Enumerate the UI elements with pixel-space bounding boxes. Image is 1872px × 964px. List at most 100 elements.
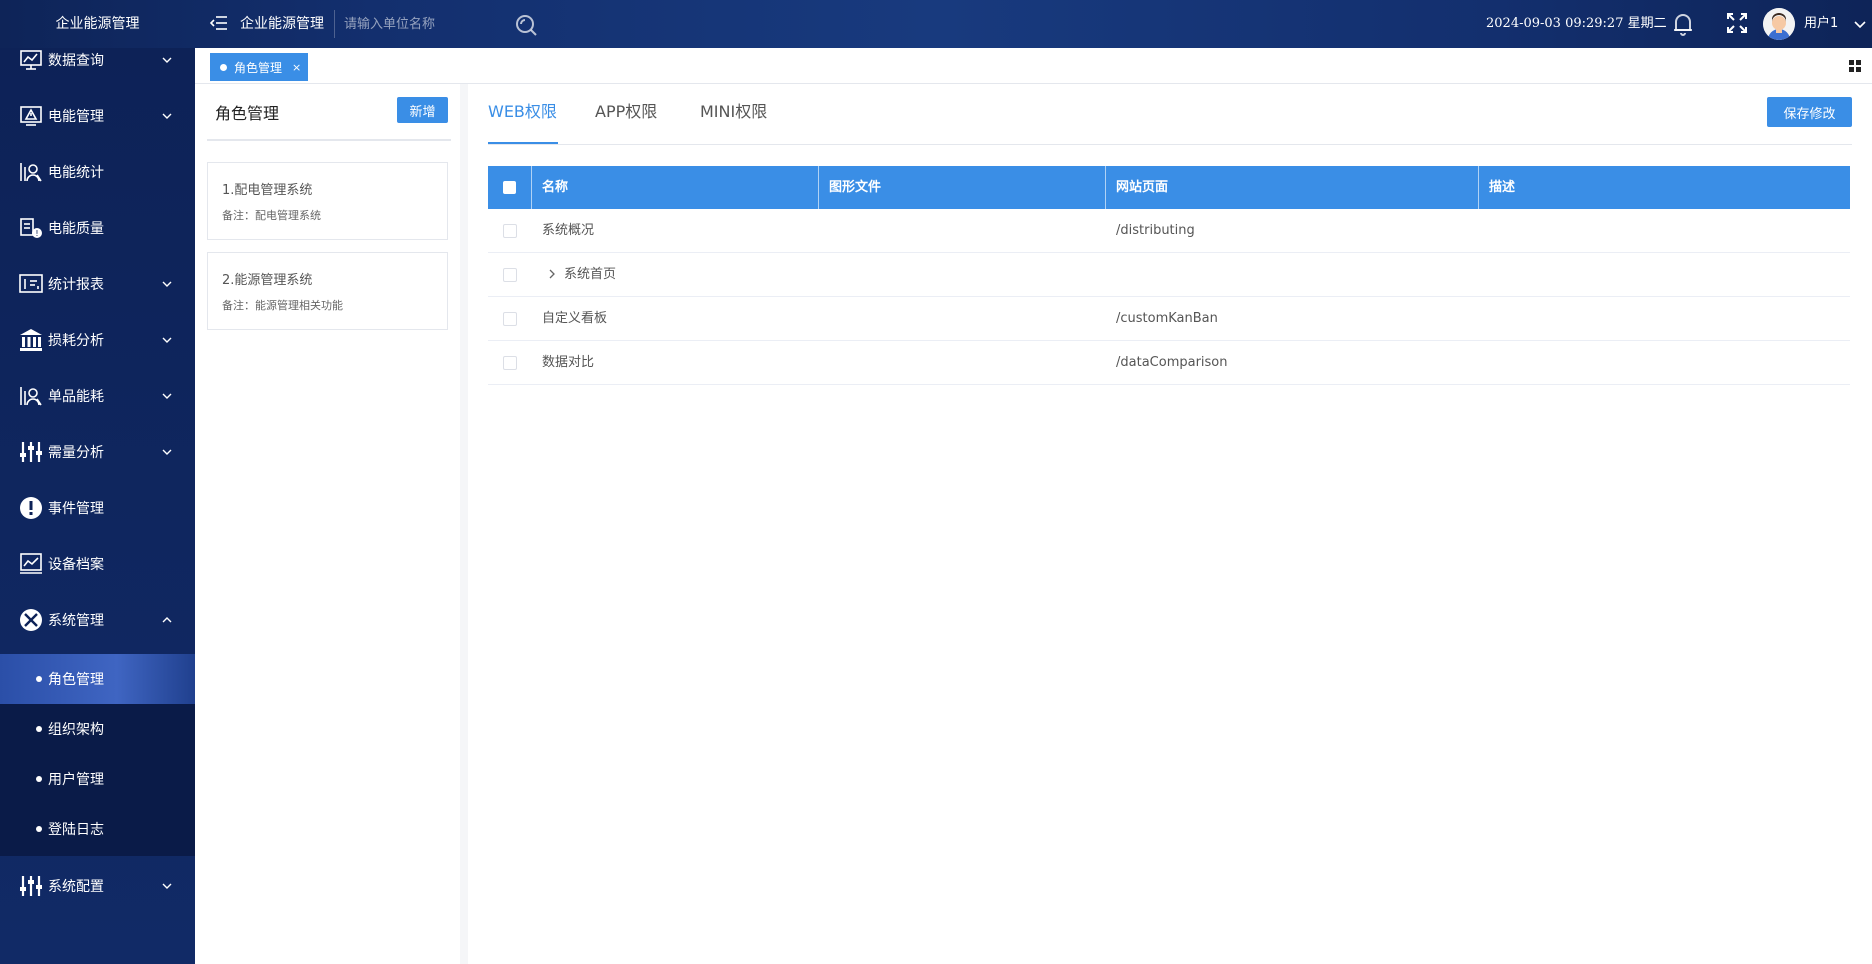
sidebar-item-device-archive[interactable]: 设备档案 <box>0 536 195 592</box>
sidebar-item-data-query[interactable]: 数据查询 <box>0 48 195 88</box>
chevron-down-icon <box>161 278 173 290</box>
sidebar-item-label: 数据查询 <box>48 53 104 69</box>
table-row: 自定义看板 /customKanBan <box>488 297 1850 341</box>
brand-title: 企业能源管理 <box>55 16 140 32</box>
bullet-icon <box>36 776 42 782</box>
tab-mini-permissions[interactable]: MINI权限 <box>700 98 767 122</box>
device-icon <box>18 551 44 577</box>
report-icon <box>18 271 44 297</box>
sidebar-item-system-management[interactable]: 系统管理 <box>0 592 195 648</box>
divider <box>207 139 451 141</box>
close-icon[interactable]: × <box>292 61 301 74</box>
menu-toggle-icon[interactable] <box>209 14 228 32</box>
avatar[interactable] <box>1763 8 1795 40</box>
row-checkbox[interactable] <box>503 356 517 370</box>
panel-gutter <box>460 84 468 964</box>
chevron-right-icon[interactable] <box>546 268 558 280</box>
header-divider <box>334 10 335 38</box>
select-all-checkbox[interactable] <box>503 181 516 194</box>
sidebar-item-loss-analysis[interactable]: 损耗分析 <box>0 312 195 368</box>
sidebar-subitem-login-log[interactable]: 登陆日志 <box>0 804 195 854</box>
sidebar-subitem-role-management[interactable]: 角色管理 <box>0 654 195 704</box>
chevron-down-icon[interactable] <box>1854 18 1866 30</box>
chevron-down-icon <box>161 110 173 122</box>
role-name: 1.配电管理系统 <box>222 183 313 198</box>
sidebar-item-label: 统计报表 <box>48 277 104 293</box>
role-name: 2.能源管理系统 <box>222 273 313 288</box>
quality-icon: ! <box>18 215 44 241</box>
sidebar-item-system-config[interactable]: 系统配置 <box>0 858 195 914</box>
product-stats-icon <box>18 383 44 409</box>
sidebar-subitem-user-management[interactable]: 用户管理 <box>0 754 195 804</box>
save-changes-button[interactable]: 保存修改 <box>1767 97 1852 127</box>
monitor-chart-icon <box>18 48 44 73</box>
sidebar-item-label: 损耗分析 <box>48 333 104 349</box>
role-note: 备注：配电管理系统 <box>222 209 321 222</box>
sidebar-item-label: 单品能耗 <box>48 389 104 405</box>
config-sliders-icon <box>18 873 44 899</box>
cell-name: 系统概况 <box>542 223 595 238</box>
sidebar-item-label: 系统配置 <box>48 879 104 895</box>
bullet-icon <box>36 726 42 732</box>
sidebar-item-power-quality[interactable]: ! 电能质量 <box>0 200 195 256</box>
sidebar-item-label: 设备档案 <box>48 557 104 573</box>
select-all-cell <box>488 166 532 209</box>
sidebar-item-stat-report[interactable]: 统计报表 <box>0 256 195 312</box>
column-header-page: 网站页面 <box>1106 166 1479 209</box>
sidebar-item-product-energy[interactable]: 单品能耗 <box>0 368 195 424</box>
sidebar-item-power-management[interactable]: 电能管理 <box>0 88 195 144</box>
sidebar: 数据查询 电能管理 电能统计 ! 电能质量 统计报表 损耗分析 单品能耗 需量分… <box>0 48 195 964</box>
sidebar-item-demand-analysis[interactable]: 需量分析 <box>0 424 195 480</box>
table-row: 数据对比 /dataComparison <box>488 341 1850 385</box>
roles-panel-title: 角色管理 <box>215 104 280 123</box>
column-header-file: 图形文件 <box>819 166 1106 209</box>
username[interactable]: 用户1 <box>1804 0 1838 48</box>
bullet-icon <box>36 826 42 832</box>
sidebar-item-label: 电能管理 <box>48 109 104 125</box>
alert-icon <box>18 495 44 521</box>
row-checkbox[interactable] <box>503 224 517 238</box>
main-content: 角色管理 新增 1.配电管理系统 备注：配电管理系统 2.能源管理系统 备注：能… <box>195 84 1872 964</box>
chevron-up-icon <box>161 614 173 626</box>
tab-role-management[interactable]: 角色管理 × <box>210 53 308 81</box>
header-title: 企业能源管理 <box>240 16 324 32</box>
tab-web-permissions[interactable]: WEB权限 <box>488 98 557 122</box>
grid-icon[interactable] <box>1849 60 1861 72</box>
tab-app-permissions[interactable]: APP权限 <box>595 98 657 122</box>
chevron-down-icon <box>161 880 173 892</box>
chevron-down-icon <box>161 54 173 66</box>
table-row: 系统概况 /distributing <box>488 209 1850 253</box>
add-role-button[interactable]: 新增 <box>397 97 448 123</box>
permissions-panel: WEB权限 APP权限 MINI权限 保存修改 名称 图形文件 网站页面 描述 … <box>488 84 1852 964</box>
role-card[interactable]: 1.配电管理系统 备注：配电管理系统 <box>207 162 448 240</box>
row-checkbox[interactable] <box>503 312 517 326</box>
fullscreen-icon[interactable] <box>1726 12 1748 34</box>
tab-bar: 角色管理 × <box>195 48 1872 84</box>
sidebar-item-label: 电能质量 <box>48 221 104 237</box>
row-checkbox[interactable] <box>503 268 517 282</box>
tools-icon <box>18 607 44 633</box>
role-note: 备注：能源管理相关功能 <box>222 299 343 312</box>
bullet-icon <box>36 676 42 682</box>
role-card[interactable]: 2.能源管理系统 备注：能源管理相关功能 <box>207 252 448 330</box>
cell-page: /dataComparison <box>1116 355 1228 370</box>
chevron-down-icon <box>161 334 173 346</box>
sidebar-subitem-label: 组织架构 <box>48 722 104 738</box>
sidebar-subitem-organization[interactable]: 组织架构 <box>0 704 195 754</box>
sidebar-item-event-management[interactable]: 事件管理 <box>0 480 195 536</box>
search-input[interactable] <box>344 12 504 36</box>
stats-icon <box>18 159 44 185</box>
svg-text:!: ! <box>35 229 38 238</box>
bell-icon[interactable] <box>1670 11 1696 37</box>
tab-dot-icon <box>220 63 227 71</box>
top-header: 企业能源管理 企业能源管理 2024-09-03 09:29:27 星期二 用户… <box>0 0 1872 48</box>
column-header-name: 名称 <box>532 166 819 209</box>
sidebar-item-label: 电能统计 <box>48 165 104 181</box>
sliders-icon <box>18 439 44 465</box>
roles-panel: 角色管理 新增 1.配电管理系统 备注：配电管理系统 2.能源管理系统 备注：能… <box>207 84 451 964</box>
search-icon[interactable] <box>514 13 538 37</box>
sidebar-item-power-stats[interactable]: 电能统计 <box>0 144 195 200</box>
tabs-divider <box>488 144 1852 145</box>
table-header: 名称 图形文件 网站页面 描述 <box>488 166 1850 209</box>
cell-name: 自定义看板 <box>542 311 608 326</box>
